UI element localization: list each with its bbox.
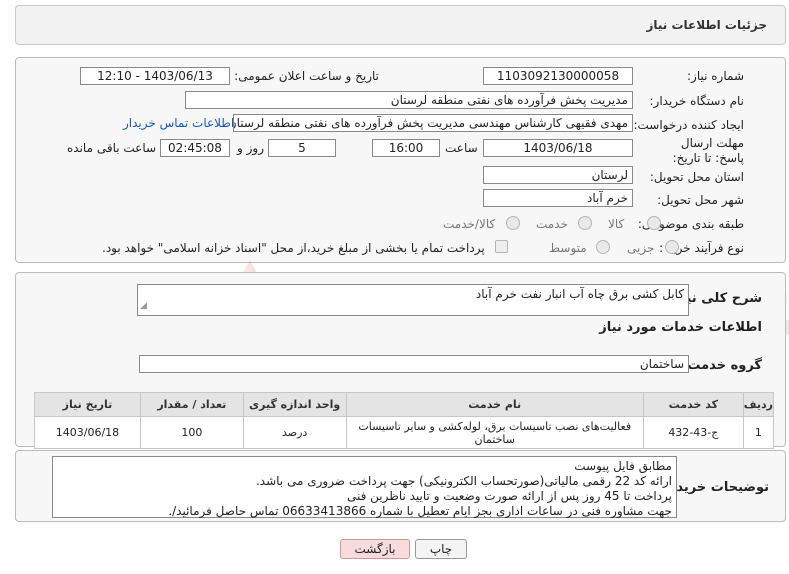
category-service-label: خدمت — [536, 217, 568, 231]
process-minor-label: جزیی — [627, 241, 655, 255]
process-radio-minor[interactable] — [665, 240, 679, 254]
treasury-payment-checkbox[interactable] — [495, 240, 508, 253]
category-goods-label: کالا — [608, 217, 625, 231]
announce-field: 1403/06/13 - 12:10 — [80, 67, 230, 85]
col-header-service-name: نام خدمت — [345, 392, 644, 417]
services-table: ردیف کد خدمت نام خدمت واحد اندازه گیری ت… — [34, 392, 775, 449]
treasury-payment-note: پرداخت تمام یا بخشی از مبلغ خرید،از محل … — [102, 241, 485, 255]
days-label: روز و — [237, 141, 264, 155]
contact-info-link[interactable]: اطلاعات تماس خریدار — [123, 116, 234, 130]
header-bar: جزئیات اطلاعات نیاز — [15, 5, 786, 45]
cell-service-code: ج-43-432 — [642, 416, 744, 449]
buyer-notes-line: پرداخت تا 45 روز پس از ارائه صورت وضعیت … — [347, 489, 672, 503]
table-header-row: ردیف کد خدمت نام خدمت واحد اندازه گیری ت… — [34, 392, 775, 417]
buyer-notes-field[interactable]: مطابق فایل پیوست ارائه کد 22 رقمی مالیات… — [52, 456, 677, 518]
col-header-row-number: ردیف — [742, 392, 775, 417]
cell-service-name: فعالیت‌های نصب تاسیسات برق، لوله‌کشی و س… — [345, 416, 644, 449]
category-radio-goods[interactable] — [647, 216, 661, 230]
province-field: لرستان — [483, 166, 633, 184]
deadline-time-field: 16:00 — [372, 139, 440, 157]
service-group-field: ساختمان — [139, 355, 689, 373]
category-radio-service[interactable] — [578, 216, 592, 230]
creator-field: مهدی فقیهی کارشناس مهندسی مدیریت پخش فرآ… — [233, 114, 633, 132]
col-header-need-date: تاریخ نیاز — [34, 392, 141, 417]
need-number-field: 1103092130000058 — [483, 67, 633, 85]
announce-label: تاریخ و ساعت اعلان عمومی: — [234, 69, 379, 83]
summary-field[interactable]: کابل کشی برق چاه آب انبار نفت خرم آباد ◢ — [137, 284, 689, 316]
city-field: خرم آباد — [483, 189, 633, 207]
city-label: شهر محل تحویل: — [657, 193, 744, 207]
buyer-notes-line: مطابق فایل پیوست — [574, 459, 672, 473]
category-radio-goods-service[interactable] — [506, 216, 520, 230]
service-group-label: گروه خدمت: — [682, 358, 762, 373]
buyer-notes-line: ارائه کد 22 رقمی مالیاتی(صورتحساب الکترو… — [255, 474, 672, 488]
need-number-label: شماره نیاز: — [687, 69, 744, 83]
process-medium-label: متوسط — [549, 241, 587, 255]
resize-grip-icon[interactable]: ◢ — [140, 299, 147, 314]
cell-unit: درصد — [242, 416, 347, 449]
col-header-unit: واحد اندازه گیری — [242, 392, 347, 417]
remaining-label: ساعت باقی مانده — [67, 141, 157, 155]
creator-label: ایجاد کننده درخواست: — [633, 118, 744, 132]
summary-text: کابل کشی برق چاه آب انبار نفت خرم آباد — [475, 287, 684, 301]
days-field: 5 — [268, 139, 336, 157]
back-button[interactable]: بازگشت — [340, 539, 410, 559]
services-title: اطلاعات خدمات مورد نیاز — [599, 320, 762, 335]
remaining-time-field: 02:45:08 — [160, 139, 230, 157]
process-radio-medium[interactable] — [596, 240, 610, 254]
cell-quantity: 100 — [139, 416, 244, 449]
cell-row-number: 1 — [742, 416, 775, 449]
page-title: جزئیات اطلاعات نیاز — [646, 18, 767, 32]
buyer-org-field: مدیریت پخش فرآورده های نفتی منطقه لرستان — [185, 91, 633, 109]
col-header-service-code: کد خدمت — [642, 392, 744, 417]
province-label: استان محل تحویل: — [649, 170, 744, 184]
col-header-quantity: تعداد / مقدار — [139, 392, 244, 417]
time-label: ساعت — [445, 141, 478, 155]
category-goods-service-label: کالا/خدمت — [443, 217, 496, 231]
deadline-label: مهلت ارسال پاسخ: تا تاریخ: — [672, 136, 744, 165]
cell-need-date: 1403/06/18 — [34, 416, 141, 449]
table-row: 1 ج-43-432 فعالیت‌های نصب تاسیسات برق، ل… — [34, 416, 775, 449]
print-button[interactable]: چاپ — [415, 539, 467, 559]
deadline-date-field: 1403/06/18 — [483, 139, 633, 157]
buyer-notes-line: جهت مشاوره فنی در ساعات اداری بجز ایام ت… — [168, 504, 672, 518]
buyer-org-label: نام دستگاه خریدار: — [649, 94, 745, 108]
